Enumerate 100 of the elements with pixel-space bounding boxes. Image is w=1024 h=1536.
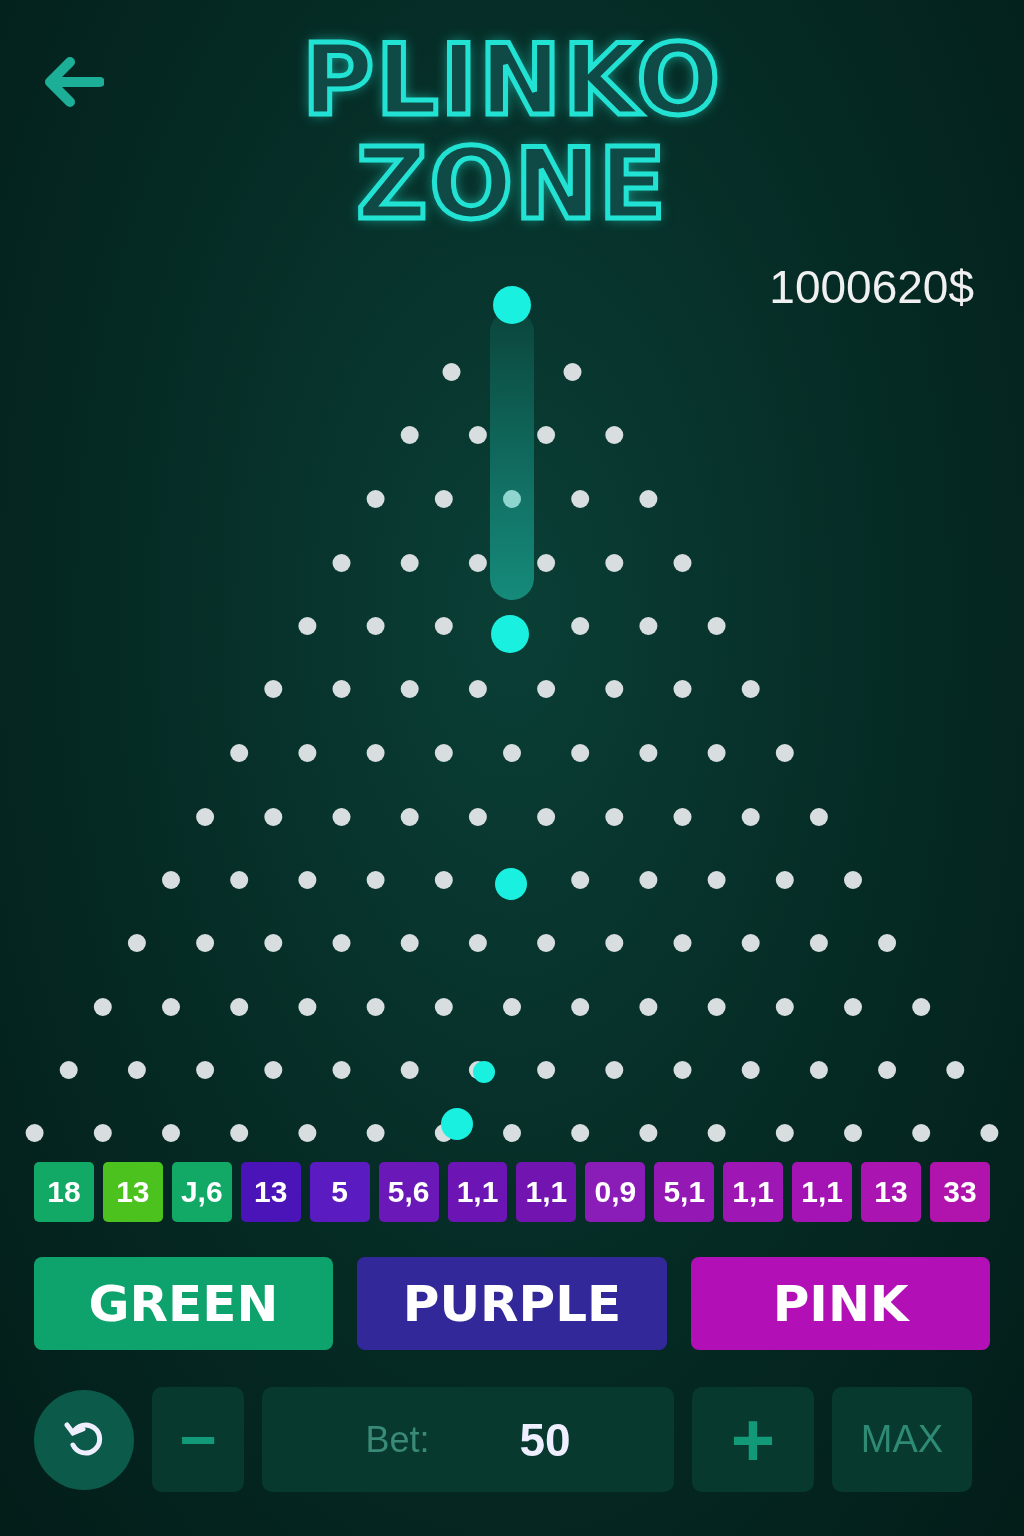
peg bbox=[605, 808, 624, 826]
peg bbox=[332, 1061, 351, 1079]
peg bbox=[25, 1124, 44, 1142]
multiplier-slot: 1,1 bbox=[516, 1162, 577, 1222]
peg bbox=[809, 1061, 828, 1079]
peg bbox=[59, 1061, 78, 1079]
peg bbox=[639, 617, 658, 635]
peg bbox=[639, 998, 658, 1016]
peg bbox=[400, 934, 419, 952]
peg bbox=[298, 998, 317, 1016]
peg bbox=[434, 998, 453, 1016]
peg bbox=[605, 1061, 624, 1079]
peg bbox=[434, 617, 453, 635]
peg bbox=[366, 744, 385, 762]
peg bbox=[434, 744, 453, 762]
bet-field[interactable]: Bet: 50 bbox=[262, 1387, 674, 1492]
multiplier-slot: 1,1 bbox=[447, 1162, 508, 1222]
peg bbox=[230, 744, 249, 762]
peg bbox=[196, 1061, 215, 1079]
peg bbox=[93, 1124, 112, 1142]
back-arrow-icon[interactable] bbox=[42, 56, 104, 108]
peg bbox=[809, 934, 828, 952]
peg bbox=[366, 617, 385, 635]
peg bbox=[537, 554, 556, 572]
multiplier-slot: 5,1 bbox=[654, 1162, 715, 1222]
peg bbox=[366, 490, 385, 508]
peg bbox=[844, 998, 862, 1016]
peg bbox=[571, 490, 590, 508]
ball bbox=[493, 286, 531, 324]
peg bbox=[162, 998, 180, 1016]
peg bbox=[366, 998, 385, 1016]
peg bbox=[571, 744, 590, 762]
multiplier-slot: 0,9 bbox=[585, 1162, 646, 1222]
peg bbox=[434, 490, 453, 508]
balance: 1000620$ bbox=[769, 260, 974, 314]
peg bbox=[468, 426, 487, 444]
peg bbox=[673, 554, 692, 572]
peg bbox=[230, 871, 249, 889]
peg bbox=[912, 1124, 931, 1142]
peg bbox=[571, 871, 590, 889]
peg bbox=[442, 363, 461, 381]
multiplier-slot: 13 bbox=[240, 1162, 301, 1222]
peg bbox=[980, 1124, 999, 1142]
peg bbox=[605, 680, 624, 698]
peg bbox=[298, 1124, 317, 1142]
peg bbox=[468, 934, 487, 952]
multiplier-slot: J,6 bbox=[171, 1162, 232, 1222]
peg bbox=[605, 554, 624, 572]
peg bbox=[162, 1124, 180, 1142]
peg bbox=[264, 808, 283, 826]
peg bbox=[605, 934, 624, 952]
peg bbox=[673, 934, 692, 952]
peg bbox=[400, 808, 419, 826]
peg bbox=[571, 617, 590, 635]
peg bbox=[400, 554, 419, 572]
multiplier-slot: 1,1 bbox=[792, 1162, 853, 1222]
peg bbox=[537, 934, 556, 952]
peg bbox=[741, 680, 760, 698]
color-bet-button[interactable]: PURPLE bbox=[356, 1257, 668, 1350]
peg bbox=[400, 1061, 419, 1079]
peg bbox=[537, 426, 556, 444]
max-bet-button[interactable]: MAX bbox=[832, 1387, 972, 1492]
peg bbox=[264, 1061, 283, 1079]
peg bbox=[775, 871, 794, 889]
peg bbox=[332, 554, 351, 572]
peg bbox=[912, 998, 931, 1016]
peg bbox=[571, 1124, 590, 1142]
peg bbox=[707, 617, 726, 635]
peg bbox=[537, 808, 556, 826]
color-bet-button[interactable]: GREEN bbox=[34, 1257, 333, 1350]
peg bbox=[298, 871, 317, 889]
peg bbox=[809, 808, 828, 826]
peg bbox=[673, 808, 692, 826]
peg bbox=[741, 808, 760, 826]
peg bbox=[741, 934, 760, 952]
peg bbox=[537, 1061, 556, 1079]
peg bbox=[639, 1124, 658, 1142]
peg bbox=[503, 744, 521, 762]
peg bbox=[196, 934, 215, 952]
peg bbox=[707, 1124, 726, 1142]
peg bbox=[230, 1124, 249, 1142]
peg bbox=[775, 1124, 794, 1142]
peg bbox=[434, 871, 453, 889]
peg bbox=[844, 871, 862, 889]
peg bbox=[230, 998, 249, 1016]
game-title: ZONE bbox=[356, 132, 668, 236]
peg bbox=[503, 998, 521, 1016]
peg bbox=[332, 808, 351, 826]
ball bbox=[495, 868, 527, 900]
multiplier-slot: 33 bbox=[930, 1162, 990, 1222]
peg bbox=[127, 1061, 146, 1079]
color-bet-button[interactable]: PINK bbox=[691, 1257, 990, 1350]
peg bbox=[639, 871, 658, 889]
increase-bet-button[interactable]: + bbox=[692, 1387, 814, 1492]
peg bbox=[741, 1061, 760, 1079]
multiplier-slot: 13 bbox=[102, 1162, 163, 1222]
decrease-bet-button[interactable]: − bbox=[152, 1387, 244, 1492]
ball bbox=[441, 1108, 473, 1140]
peg bbox=[707, 998, 726, 1016]
peg bbox=[946, 1061, 965, 1079]
